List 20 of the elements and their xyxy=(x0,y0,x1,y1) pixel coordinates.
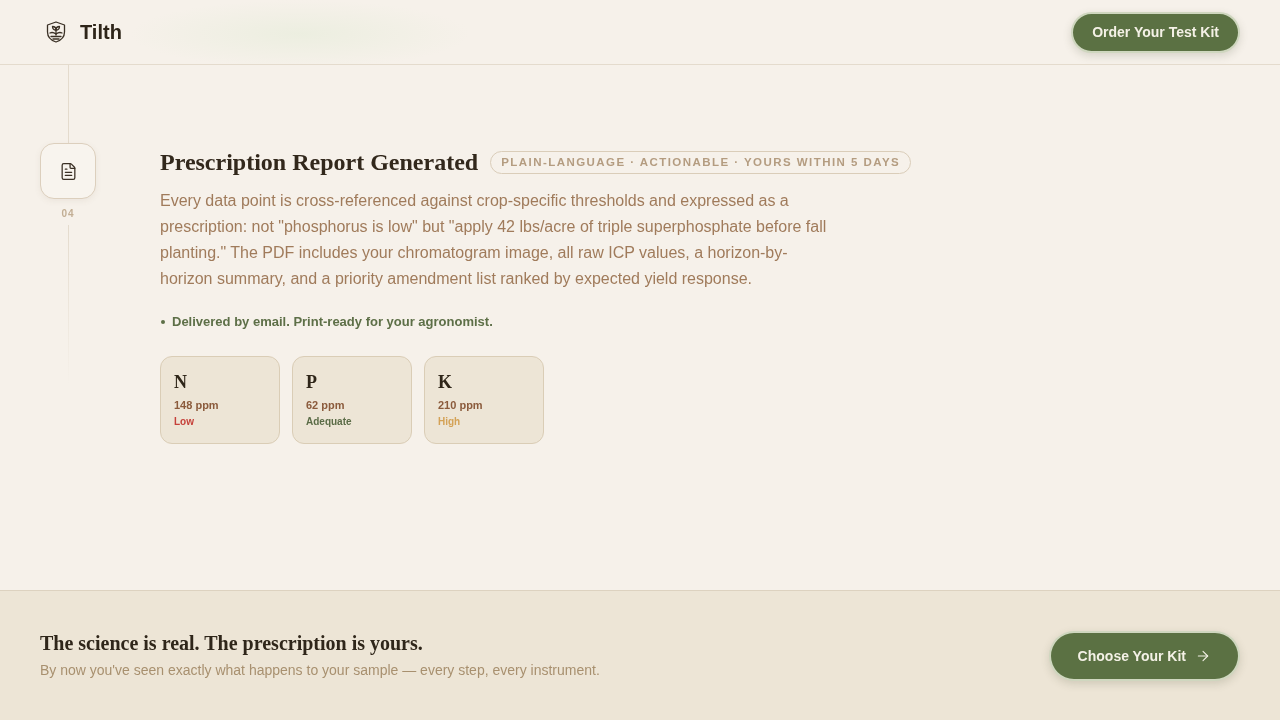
nutrient-reading: 210 ppm xyxy=(438,398,483,412)
step-description: Every data point is cross-referenced against crop-specific thresholds and expressed as a prescription: not "phosphorus is low" but "apply 42 lbs/acre of triple superphosphate before fall planting." The PDF includes your chromatogram image, all raw ICP values, a horizon-by-horizon summary, and a priority amendment list ranked by expected yield response. xyxy=(160,191,828,289)
step-title: Prescription Report Generated xyxy=(160,148,479,177)
choose-kit-button[interactable]: Choose Your Kit xyxy=(1048,630,1240,681)
order-test-kit-button[interactable]: Order Your Test Kit xyxy=(1071,11,1240,53)
brand-name: Tilth xyxy=(80,20,122,44)
nutrient-status: Low xyxy=(174,415,194,428)
footer-subtext: By now you've seen exactly what happens to your sample — every step, every instrument. xyxy=(40,661,600,680)
nutrient-reading: 148 ppm xyxy=(174,398,219,412)
step-number: 04 xyxy=(61,208,75,219)
bullet-icon xyxy=(161,320,165,324)
bullet-text: Delivered by email. Print-ready for your agronomist. xyxy=(172,313,493,331)
footer-heading: The science is real. The prescription is yours. xyxy=(40,631,424,656)
nutrient-symbol: N xyxy=(174,371,187,393)
nutrient-reading: 62 ppm xyxy=(306,398,345,412)
logo-icon xyxy=(46,21,66,43)
nutrient-symbol: P xyxy=(306,371,317,393)
nutrient-symbol: K xyxy=(438,371,452,393)
nutrient-status: Adequate xyxy=(306,415,352,428)
nutrient-status: High xyxy=(438,415,461,428)
